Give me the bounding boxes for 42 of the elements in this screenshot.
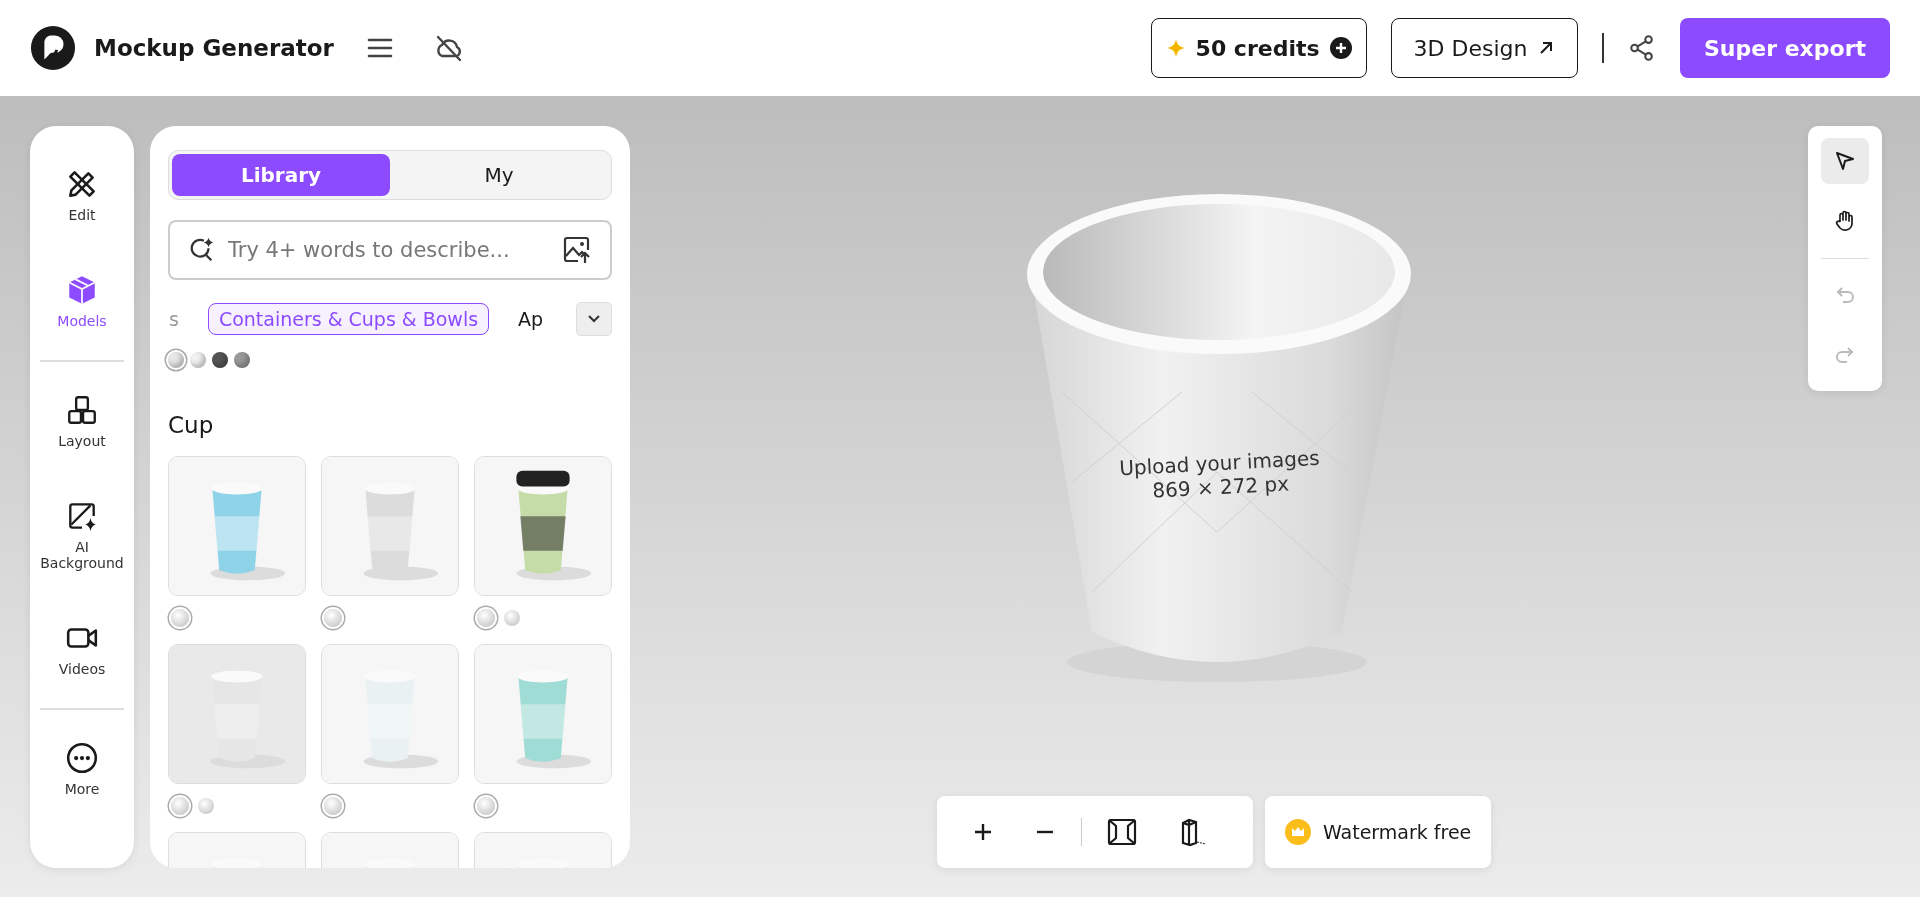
tab[interactable]: My — [390, 154, 608, 196]
image-upload-icon[interactable] — [562, 235, 592, 265]
crown-icon — [1285, 819, 1311, 845]
watermark-free-button[interactable]: Watermark free — [1265, 796, 1492, 868]
material-swatch[interactable] — [477, 797, 495, 815]
material-swatch[interactable] — [168, 352, 184, 368]
chevron-down-icon — [587, 314, 601, 324]
category-chip[interactable]: Containers & Cups & Bowls — [207, 303, 490, 335]
share-icon[interactable] — [1627, 34, 1656, 62]
tab[interactable]: Library — [172, 154, 390, 196]
frame-icon[interactable] — [1106, 816, 1138, 848]
pointer-icon — [1833, 149, 1857, 173]
3d-design-button[interactable]: 3D Design — [1390, 18, 1579, 78]
app-title: Mockup Generator — [94, 35, 334, 61]
more-icon — [65, 740, 99, 775]
rail-item[interactable]: Layout — [30, 378, 134, 463]
plus-icon — [1329, 37, 1352, 59]
material-swatch[interactable] — [324, 609, 342, 627]
ai-search-icon — [188, 236, 216, 264]
search-input[interactable]: Try 4+ words to describe... — [226, 237, 552, 263]
search-field[interactable]: Try 4+ words to describe... — [168, 220, 612, 280]
credits-button[interactable]: 50 credits — [1150, 18, 1367, 78]
expand-button[interactable] — [576, 302, 612, 336]
material-swatch[interactable] — [171, 609, 189, 627]
material-swatch[interactable] — [171, 797, 189, 815]
rail-item[interactable]: AI Background — [30, 484, 134, 585]
rail-item[interactable]: Edit — [30, 153, 134, 238]
rail-item[interactable]: More — [30, 726, 134, 811]
material-swatch[interactable] — [212, 352, 228, 368]
material-swatch[interactable] — [234, 352, 250, 368]
logo-icon — [30, 25, 76, 71]
select-tool[interactable] — [1821, 138, 1869, 184]
material-swatch[interactable] — [198, 798, 214, 814]
material-swatch[interactable] — [504, 610, 520, 626]
rail-item[interactable]: Videos — [30, 606, 134, 692]
category-chip[interactable]: Ap — [507, 303, 545, 335]
material-swatch[interactable] — [477, 609, 495, 627]
rail-item[interactable]: Models — [30, 259, 134, 344]
material-swatch[interactable] — [324, 797, 342, 815]
material-swatch[interactable] — [190, 352, 206, 368]
section-title: Cup — [168, 412, 215, 438]
super-export-button[interactable]: Super export — [1679, 18, 1890, 78]
